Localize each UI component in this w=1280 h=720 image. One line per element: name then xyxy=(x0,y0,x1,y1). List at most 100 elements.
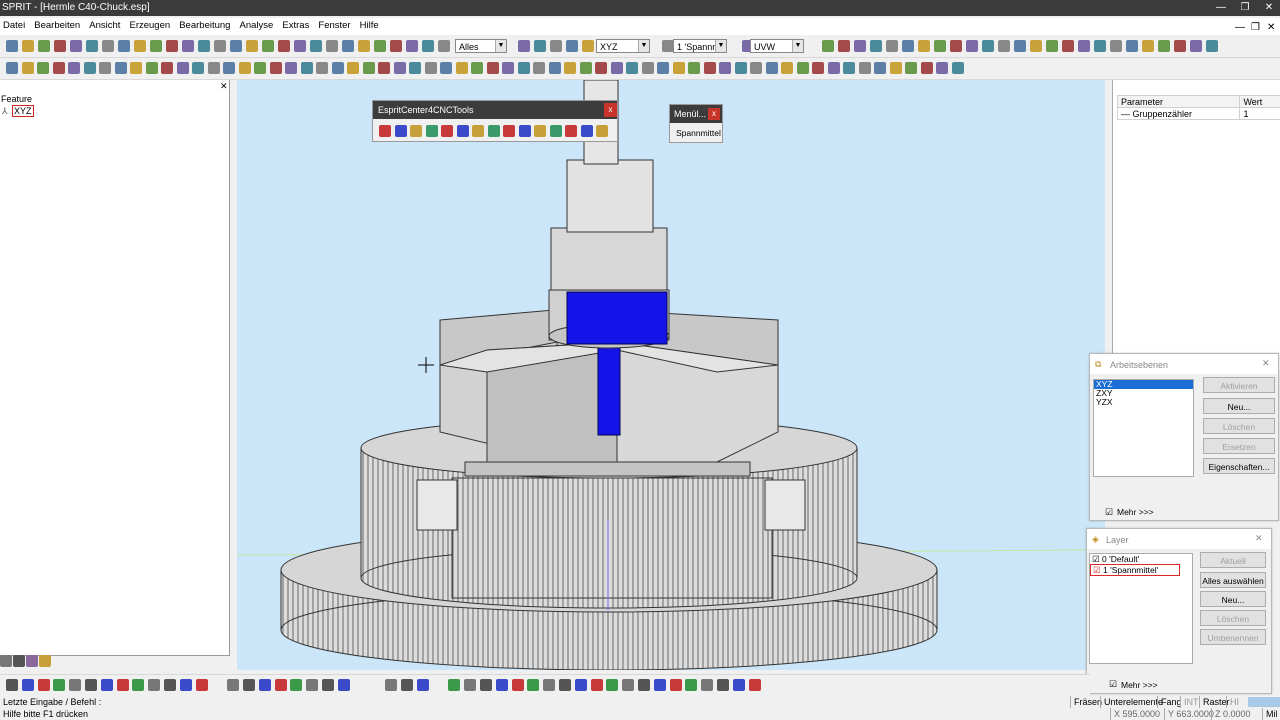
toolbar-tool-icon[interactable] xyxy=(227,679,240,691)
menu-datei[interactable]: Datei xyxy=(0,18,28,33)
toolbar-tool-icon[interactable] xyxy=(1206,40,1218,52)
toolbar-tool-icon[interactable] xyxy=(438,40,450,52)
toolbar-tool-icon[interactable] xyxy=(164,679,176,691)
toolbar-tool-icon[interactable] xyxy=(843,62,855,74)
toolbar-tool-icon[interactable] xyxy=(565,125,577,137)
toolbar-tool-icon[interactable] xyxy=(0,655,12,667)
toolbar-tool-icon[interactable] xyxy=(385,679,398,691)
toolbar-tool-icon[interactable] xyxy=(1190,40,1202,52)
toolbar-tool-icon[interactable] xyxy=(374,40,386,52)
toolbar-tool-icon[interactable] xyxy=(440,62,452,74)
uvw-combo[interactable]: UVW ▼ xyxy=(750,39,804,53)
toolbar-tool-icon[interactable] xyxy=(310,40,322,52)
select-all-button[interactable]: Alles auswählen xyxy=(1200,572,1266,588)
toolbar-tool-icon[interactable] xyxy=(53,679,66,691)
plane-properties-button[interactable]: Eigenschaften... xyxy=(1203,458,1275,474)
toolbar-tool-icon[interactable] xyxy=(527,679,540,691)
toolbar-tool-icon[interactable] xyxy=(207,62,220,74)
toolbar-tool-icon[interactable] xyxy=(480,679,492,691)
toolbar-tool-icon[interactable] xyxy=(534,40,546,52)
toolbar-tool-icon[interactable] xyxy=(182,40,194,52)
toolbar-tool-icon[interactable] xyxy=(132,679,145,691)
toolbar-tool-icon[interactable] xyxy=(936,62,948,74)
menu-popup-item-spannmittel[interactable]: Spannmittel xyxy=(676,128,721,138)
toolbar-tool-icon[interactable] xyxy=(464,679,477,691)
tools-palette-close-button[interactable]: x xyxy=(604,103,617,117)
toolbar-tool-icon[interactable] xyxy=(150,40,162,52)
toolbar-tool-icon[interactable] xyxy=(130,62,142,74)
toolbar-tool-icon[interactable] xyxy=(86,40,98,52)
toolbar-tool-icon[interactable] xyxy=(765,62,778,74)
menu-fenster[interactable]: Fenster xyxy=(315,18,353,33)
toolbar-tool-icon[interactable] xyxy=(195,679,208,691)
toolbar-tool-icon[interactable] xyxy=(502,62,514,74)
mdi-minimize-button[interactable]: — xyxy=(1232,20,1248,35)
toolbar-tool-icon[interactable] xyxy=(653,679,666,691)
toolbar-tool-icon[interactable] xyxy=(517,62,530,74)
param-value[interactable]: 1 xyxy=(1239,107,1280,120)
toolbar-tool-icon[interactable] xyxy=(717,679,729,691)
toolbar-tool-icon[interactable] xyxy=(37,679,50,691)
toolbar-tool-icon[interactable] xyxy=(1158,40,1170,52)
layer-close-icon[interactable]: ✕ xyxy=(1255,533,1263,544)
toolbar-tool-icon[interactable] xyxy=(161,62,173,74)
toolbar-tool-icon[interactable] xyxy=(1062,40,1074,52)
toolbar-tool-icon[interactable] xyxy=(748,679,761,691)
toolbar-tool-icon[interactable] xyxy=(905,62,917,74)
toolbar-tool-icon[interactable] xyxy=(732,679,745,691)
toolbar-tool-icon[interactable] xyxy=(950,40,962,52)
toolbar-tool-icon[interactable] xyxy=(595,62,607,74)
toolbar-tool-icon[interactable] xyxy=(1094,40,1106,52)
toolbar-tool-icon[interactable] xyxy=(342,40,354,52)
toolbar-tool-icon[interactable] xyxy=(70,40,82,52)
tree-item-xyz[interactable]: XYZ xyxy=(12,105,34,117)
toolbar-tool-icon[interactable] xyxy=(85,679,97,691)
toolbar-tool-icon[interactable] xyxy=(456,125,469,137)
toolbar-tool-icon[interactable] xyxy=(548,62,561,74)
toolbar-tool-icon[interactable] xyxy=(393,62,406,74)
toolbar-tool-icon[interactable] xyxy=(166,40,178,52)
toolbar-tool-icon[interactable] xyxy=(176,62,189,74)
menu-popup-close-button[interactable]: x xyxy=(708,108,720,120)
delete-plane-button[interactable]: Löschen xyxy=(1203,418,1275,434)
toolbar-tool-icon[interactable] xyxy=(38,40,50,52)
toolbar-tool-icon[interactable] xyxy=(606,679,619,691)
toolbar-tool-icon[interactable] xyxy=(230,40,242,52)
toolbar-tool-icon[interactable] xyxy=(685,679,698,691)
graphics-viewport[interactable] xyxy=(237,80,1105,670)
toolbar-tool-icon[interactable] xyxy=(688,62,700,74)
toolbar-tool-icon[interactable] xyxy=(951,62,964,74)
toolbar-tool-icon[interactable] xyxy=(455,62,468,74)
toolbar-tool-icon[interactable] xyxy=(322,679,334,691)
toolbar-tool-icon[interactable] xyxy=(269,62,282,74)
toolbar-tool-icon[interactable] xyxy=(503,125,515,137)
toolbar-tool-icon[interactable] xyxy=(902,40,914,52)
toolbar-tool-icon[interactable] xyxy=(114,62,127,74)
plane-combo[interactable]: XYZ ▼ xyxy=(596,39,650,53)
mehr-checkbox[interactable]: ☑ xyxy=(1109,679,1117,690)
minimize-button[interactable]: — xyxy=(1214,1,1228,15)
toolbar-tool-icon[interactable] xyxy=(409,62,421,74)
toolbar-tool-icon[interactable] xyxy=(448,679,461,691)
toolbar-tool-icon[interactable] xyxy=(13,655,25,667)
toolbar-tool-icon[interactable] xyxy=(378,62,390,74)
toolbar-tool-icon[interactable] xyxy=(6,62,18,74)
toolbar-tool-icon[interactable] xyxy=(822,40,834,52)
toolbar-tool-icon[interactable] xyxy=(858,62,871,74)
layer-list[interactable]: ☑ 0 'Default' ☑ 1 'Spannmittel' xyxy=(1089,553,1193,664)
toolbar-tool-icon[interactable] xyxy=(533,62,545,74)
toolbar-tool-icon[interactable] xyxy=(390,40,402,52)
toolbar-tool-icon[interactable] xyxy=(582,40,594,52)
toolbar-tool-icon[interactable] xyxy=(590,679,603,691)
menu-extras[interactable]: Extras xyxy=(279,18,312,33)
toolbar-tool-icon[interactable] xyxy=(982,40,994,52)
menu-bearbeiten[interactable]: Bearbeiten xyxy=(31,18,83,33)
rename-layer-button[interactable]: Umbenennen xyxy=(1200,629,1266,645)
layer-item-current[interactable]: ☑ 1 'Spannmittel' xyxy=(1090,564,1180,576)
toolbar-tool-icon[interactable] xyxy=(472,125,484,137)
work-planes-close-icon[interactable]: ✕ xyxy=(1262,358,1270,369)
toolbar-tool-icon[interactable] xyxy=(145,62,158,74)
toolbar-tool-icon[interactable] xyxy=(622,679,635,691)
toolbar-tool-icon[interactable] xyxy=(441,125,453,137)
toolbar-tool-icon[interactable] xyxy=(641,62,654,74)
